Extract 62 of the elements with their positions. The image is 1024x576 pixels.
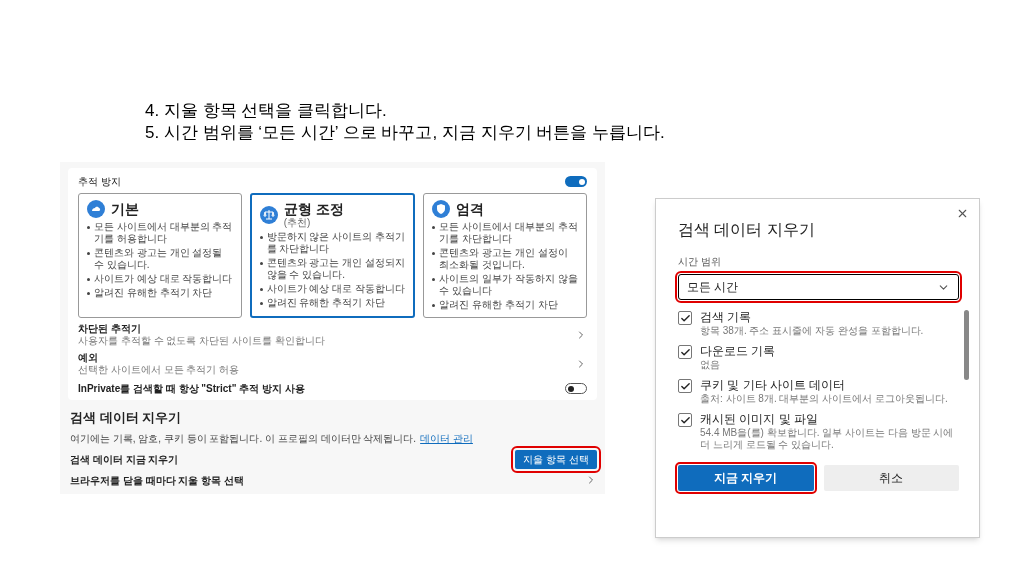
tracking-level-card[interactable]: 엄격 모든 사이트에서 대부분의 추적기를 차단합니다 콘텐츠와 광고는 개인 설정이 최소화될 것입니다. 사이트의 일부가 작동하지 않을 수 있습니다 알려진 유해한 추적기 차단	[423, 193, 587, 318]
bullet-text: 사이트가 예상 대로 작동합니다	[266, 283, 405, 295]
field-label: 시간 범위	[678, 255, 722, 269]
bullet-text: 알려진 유해한 추적기 차단	[439, 299, 558, 311]
tracking-level-card[interactable]: 균형 조정 (추천) 방문하지 않은 사이트의 추적기를 차단합니다 콘텐츠와 광고는 개인 설정되지 않을 수 있습니다. 사이트가 예상 대로 작동합니다 알려진 유해한 추적기 차단	[249, 193, 416, 318]
item-description: 54.4 MB을(를) 확보합니다. 일부 사이트는 다음 방문 시에 더 느리게 로드될 수 있습니다.	[700, 427, 955, 451]
item-title: 검색 기록	[700, 310, 753, 325]
scrollbar	[964, 310, 969, 380]
checkbox[interactable]	[678, 345, 692, 359]
dialog-title: 검색 데이터 지우기	[678, 220, 816, 240]
bullet-text: 알려진 유해한 추적기 차단	[266, 297, 385, 309]
check-icon	[679, 346, 691, 358]
bullet-text: 사이트의 일부가 작동하지 않을 수 있습니다	[439, 273, 578, 297]
section-heading: 검색 데이터 지우기	[70, 409, 183, 427]
row-title: 예외	[78, 352, 99, 364]
instruction-text: 4. 지울 항목 선택을 클릭합니다.	[145, 100, 388, 122]
settings-row[interactable]: 브라우저를 닫을 때마다 지울 항목 선택	[70, 472, 597, 488]
time-range-dropdown[interactable]: 모든 시간	[678, 274, 959, 300]
manage-data-link[interactable]: 데이터 관리	[420, 430, 473, 446]
bullet-text: 콘텐츠와 광고는 개인 설정되지 않을 수 있습니다.	[266, 257, 406, 281]
close-icon[interactable]	[956, 207, 969, 220]
section-label: 추적 방지	[78, 175, 121, 189]
checkbox[interactable]	[678, 413, 692, 427]
item-title: 캐시된 이미지 및 파일	[700, 412, 819, 427]
bullet-text: 모든 사이트에서 대부분의 추적기를 허용합니다	[94, 221, 233, 245]
bullet-text: 알려진 유해한 추적기 차단	[94, 287, 213, 299]
cancel-button[interactable]: 취소	[823, 465, 959, 491]
scale-icon	[259, 205, 278, 224]
row-description: 선택한 사이트에서 모든 추적기 허용	[78, 364, 240, 376]
row-description: 사용자를 추적할 수 없도록 차단된 사이트를 확인합니다	[78, 335, 325, 347]
bullet-text: 콘텐츠와 광고는 개인 설정이 최소화될 것입니다.	[439, 247, 569, 271]
item-title: 쿠키 및 기타 사이트 데이터	[700, 378, 847, 393]
tracking-level-card[interactable]: 기본 모든 사이트에서 대부분의 추적기를 허용합니다 콘텐츠와 광고는 개인 설정될 수 있습니다. 사이트가 예상 대로 작동합니다 알려진 유해한 추적기 차단	[78, 193, 242, 318]
check-icon	[679, 414, 691, 426]
item-description: 출처: 사이트 8개. 대부분의 사이트에서 로그아웃됩니다.	[700, 393, 948, 405]
level-title: 기본	[111, 201, 139, 217]
item-description: 없음	[700, 359, 721, 371]
level-title: 엄격	[456, 201, 485, 217]
bullet-text: 모든 사이트에서 대부분의 추적기를 차단합니다	[439, 221, 578, 245]
check-icon	[679, 380, 691, 392]
checkbox[interactable]	[678, 379, 692, 393]
checkbox[interactable]	[678, 311, 692, 325]
toggle-switch[interactable]	[565, 176, 587, 187]
instruction-text: 5. 시간 범위를 ‘모든 시간’ 으로 바꾸고, 지금 지우기 버튼을 누릅니다.	[145, 122, 666, 144]
toggle-switch[interactable]	[565, 383, 587, 394]
row-title: InPrivate를 검색할 때 항상 "Strict" 추적 방지 사용	[78, 382, 305, 396]
shield-icon	[432, 200, 451, 218]
row-title: 차단된 추적기	[78, 323, 142, 335]
clear-now-button[interactable]: 지금 지우기	[678, 465, 814, 491]
bullet-text: 사이트가 예상 대로 작동합니다	[94, 273, 233, 285]
level-note: (추천)	[283, 217, 312, 228]
level-title: 균형 조정	[283, 201, 344, 217]
bullet-text: 콘텐츠와 광고는 개인 설정될 수 있습니다.	[94, 247, 224, 271]
cloud-icon	[87, 200, 105, 218]
section-description: 여기에는 기록, 암호, 쿠키 등이 포함됩니다. 이 프로필의 데이터만 삭제됩니다.	[70, 431, 417, 446]
item-description: 항목 38개. 주소 표시줄에 자동 완성을 포함합니다.	[700, 325, 924, 337]
check-icon	[679, 312, 691, 324]
settings-row[interactable]: 예외 선택한 사이트에서 모든 추적기 허용	[78, 352, 587, 376]
item-title: 다운로드 기록	[700, 344, 776, 359]
bullet-text: 방문하지 않은 사이트의 추적기를 차단합니다	[266, 231, 406, 255]
settings-row[interactable]: 차단된 추적기 사용자를 추적할 수 없도록 차단된 사이트를 확인합니다	[78, 323, 587, 347]
row-title: 검색 데이터 지금 지우기	[70, 452, 179, 467]
